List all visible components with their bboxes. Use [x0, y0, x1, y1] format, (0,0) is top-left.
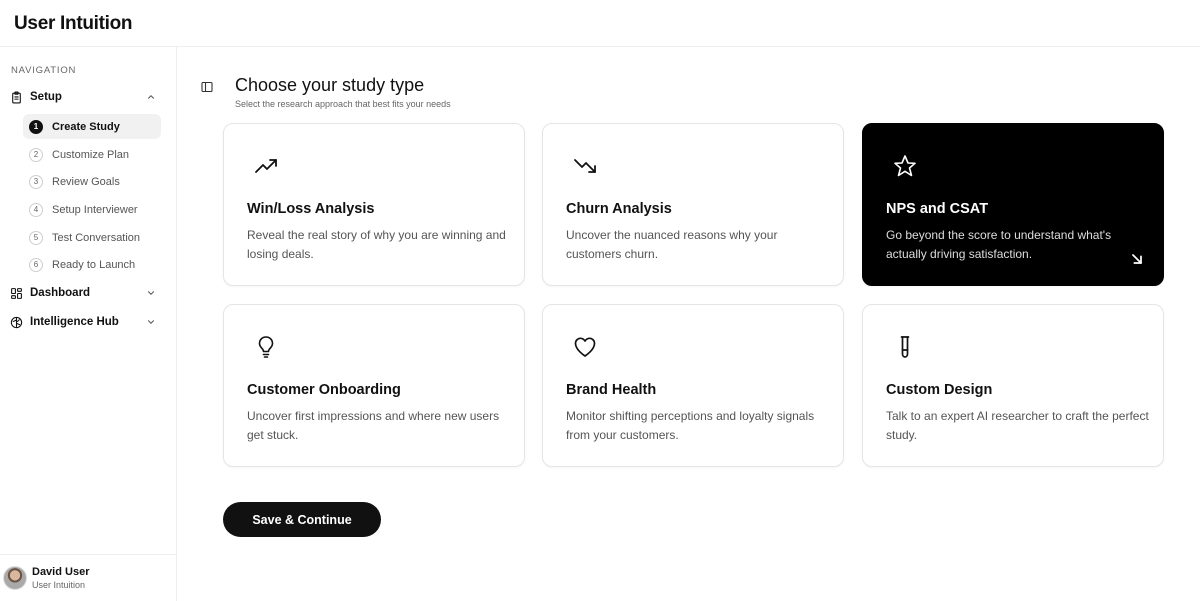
card-title: Brand Health [566, 382, 657, 398]
sidebar: NAVIGATION Setup 1 Create Study 2 Custom… [0, 47, 177, 601]
sidebar-toggle-icon[interactable] [201, 81, 213, 93]
user-profile[interactable]: David User User Intuition [0, 554, 176, 601]
step-review-goals[interactable]: 3 Review Goals [23, 169, 161, 194]
step-label: Test Conversation [52, 231, 141, 244]
chevron-down-icon [147, 291, 155, 295]
card-title: Customer Onboarding [247, 382, 401, 398]
heart-icon [574, 337, 596, 357]
app-title: User Intuition [14, 13, 133, 34]
nav-group-dashboard[interactable]: Dashboard [10, 282, 160, 304]
brain-icon [10, 315, 24, 329]
study-card-win-loss[interactable]: Win/Loss Analysis Reveal the real story … [223, 123, 525, 286]
top-bar: User Intuition [0, 0, 1200, 47]
star-icon [894, 155, 916, 177]
step-label: Customize Plan [52, 148, 130, 161]
user-name: David User [32, 566, 90, 578]
card-title: Custom Design [886, 382, 993, 398]
step-setup-interviewer[interactable]: 4 Setup Interviewer [23, 197, 161, 222]
nav-group-label: Intelligence Hub [30, 316, 119, 328]
clipboard-icon [10, 90, 24, 104]
page-title: Choose your study type [235, 75, 425, 95]
step-number: 1 [29, 119, 43, 134]
nav-group-label: Setup [30, 91, 62, 103]
trending-up-icon [255, 159, 277, 173]
step-number: 4 [29, 202, 43, 217]
step-label: Ready to Launch [52, 258, 136, 271]
card-description: Monitor shifting perceptions and loyalty… [566, 409, 815, 442]
trending-down-icon [574, 159, 596, 173]
nav-group-label: Dashboard [30, 287, 91, 299]
nav-heading: NAVIGATION [11, 65, 77, 76]
test-tube-icon [900, 336, 910, 358]
step-label: Setup Interviewer [52, 203, 138, 216]
chevron-up-icon [147, 95, 155, 99]
step-label: Review Goals [52, 175, 120, 188]
chevron-down-icon [147, 320, 155, 324]
study-card-custom-design[interactable]: Custom Design Talk to an expert AI resea… [862, 304, 1164, 467]
save-continue-button[interactable]: Save & Continue [223, 502, 381, 537]
step-test-conversation[interactable]: 5 Test Conversation [23, 225, 161, 250]
step-label: Create Study [52, 120, 120, 133]
card-description: Uncover the nuanced reasons why your cus… [566, 228, 778, 261]
step-customize-plan[interactable]: 2 Customize Plan [23, 142, 161, 167]
step-create-study[interactable]: 1 Create Study [23, 114, 161, 139]
card-description: Talk to an expert AI researcher to craft… [886, 409, 1149, 442]
card-description: Uncover first impressions and where new … [247, 409, 500, 442]
nav-group-intelligence-hub[interactable]: Intelligence Hub [10, 311, 160, 333]
study-card-churn[interactable]: Churn Analysis Uncover the nuanced reaso… [542, 123, 844, 286]
nav-group-setup[interactable]: Setup [10, 86, 160, 108]
avatar [3, 566, 27, 590]
card-title: Churn Analysis [566, 201, 672, 217]
lightbulb-icon [258, 336, 274, 358]
main-content: Choose your study type Select the resear… [177, 47, 1200, 601]
step-ready-to-launch[interactable]: 6 Ready to Launch [23, 252, 161, 277]
page-subtitle: Select the research approach that best f… [235, 99, 451, 109]
grid-icon [10, 286, 24, 300]
step-number: 6 [29, 257, 43, 272]
step-number: 5 [29, 230, 43, 245]
card-description: Reveal the real story of why you are win… [247, 228, 506, 261]
user-org: User Intuition [32, 580, 86, 590]
study-card-onboarding[interactable]: Customer Onboarding Uncover first impres… [223, 304, 525, 467]
step-number: 3 [29, 174, 43, 189]
step-number: 2 [29, 147, 43, 162]
card-title: NPS and CSAT [886, 201, 989, 217]
study-card-brand-health[interactable]: Brand Health Monitor shifting perception… [542, 304, 844, 467]
arrow-down-right-icon [1132, 254, 1142, 264]
card-description: Go beyond the score to understand what's… [886, 228, 1112, 261]
study-card-nps-csat[interactable]: NPS and CSAT Go beyond the score to unde… [862, 123, 1164, 286]
card-title: Win/Loss Analysis [247, 201, 375, 217]
